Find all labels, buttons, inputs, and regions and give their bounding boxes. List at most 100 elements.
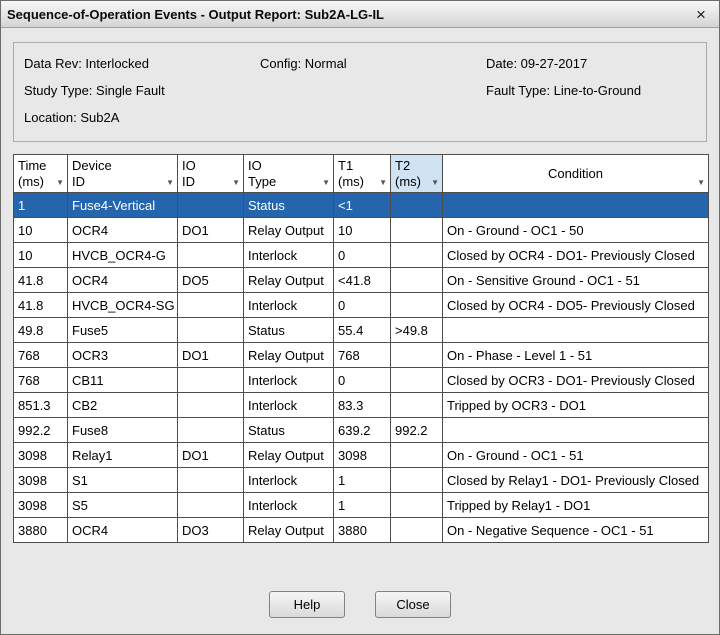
table-cell-time: 3098 bbox=[14, 468, 68, 493]
table-row[interactable]: 10OCR4DO1Relay Output10On - Ground - OC1… bbox=[14, 218, 709, 243]
table-row[interactable]: 768OCR3DO1Relay Output768On - Phase - Le… bbox=[14, 343, 709, 368]
table-cell-t2 bbox=[391, 268, 443, 293]
table-cell-io-id bbox=[178, 368, 244, 393]
info-row-3: Location: Sub2A bbox=[24, 110, 696, 125]
table-row[interactable]: 49.8Fuse5Status55.4>49.8 bbox=[14, 318, 709, 343]
table-header-row: Time (ms)▼Device ID▼IO ID▼IO Type▼T1 (ms… bbox=[14, 155, 709, 193]
table-cell-t1: 768 bbox=[334, 343, 391, 368]
table-row[interactable]: 41.8OCR4DO5Relay Output<41.8On - Sensiti… bbox=[14, 268, 709, 293]
filter-dropdown-icon[interactable]: ▼ bbox=[232, 178, 240, 187]
table-cell-t1: 0 bbox=[334, 243, 391, 268]
config-label: Config: Normal bbox=[260, 56, 486, 71]
help-button[interactable]: Help bbox=[269, 591, 345, 618]
table-cell-t2 bbox=[391, 218, 443, 243]
table-cell-io-type: Status bbox=[244, 318, 334, 343]
table-cell-device-id: OCR4 bbox=[68, 518, 178, 543]
table-cell-device-id: OCR3 bbox=[68, 343, 178, 368]
table-cell-io-type: Interlock bbox=[244, 293, 334, 318]
table-cell-t2 bbox=[391, 243, 443, 268]
table-cell-io-id bbox=[178, 493, 244, 518]
table-cell-io-type: Interlock bbox=[244, 393, 334, 418]
table-cell-time: 851.3 bbox=[14, 393, 68, 418]
info-row-2: Study Type: Single Fault Fault Type: Lin… bbox=[24, 83, 696, 98]
table-cell-t1: 0 bbox=[334, 368, 391, 393]
table-cell-device-id: Relay1 bbox=[68, 443, 178, 468]
filter-dropdown-icon[interactable]: ▼ bbox=[379, 178, 387, 187]
table-cell-time: 3098 bbox=[14, 443, 68, 468]
table-cell-io-id bbox=[178, 468, 244, 493]
column-header-t2[interactable]: T2 (ms)▼ bbox=[391, 155, 443, 193]
column-header-t1[interactable]: T1 (ms)▼ bbox=[334, 155, 391, 193]
table-cell-time: 1 bbox=[14, 193, 68, 218]
table-row[interactable]: 3098S5Interlock1Tripped by Relay1 - DO1 bbox=[14, 493, 709, 518]
table-cell-condition bbox=[443, 193, 709, 218]
table-cell-time: 992.2 bbox=[14, 418, 68, 443]
filter-dropdown-icon[interactable]: ▼ bbox=[166, 178, 174, 187]
table-row[interactable]: 3880OCR4DO3Relay Output3880On - Negative… bbox=[14, 518, 709, 543]
close-icon[interactable]: × bbox=[689, 3, 713, 25]
table-cell-condition: On - Sensitive Ground - OC1 - 51 bbox=[443, 268, 709, 293]
dialog-window: Sequence-of-Operation Events - Output Re… bbox=[0, 0, 720, 635]
table-cell-t2 bbox=[391, 293, 443, 318]
column-header-condition[interactable]: Condition▼ bbox=[443, 155, 709, 193]
table-cell-t1: 0 bbox=[334, 293, 391, 318]
table-cell-io-type: Relay Output bbox=[244, 443, 334, 468]
filter-dropdown-icon[interactable]: ▼ bbox=[56, 178, 64, 187]
table-row[interactable]: 41.8HVCB_OCR4-SGInterlock0Closed by OCR4… bbox=[14, 293, 709, 318]
table-cell-condition: On - Phase - Level 1 - 51 bbox=[443, 343, 709, 368]
table-cell-io-type: Relay Output bbox=[244, 268, 334, 293]
table-cell-io-id: DO5 bbox=[178, 268, 244, 293]
table-row[interactable]: 768CB11Interlock0Closed by OCR3 - DO1- P… bbox=[14, 368, 709, 393]
column-header-label: IO ID bbox=[182, 157, 239, 190]
table-row[interactable]: 1Fuse4-VerticalStatus<1 bbox=[14, 193, 709, 218]
table-cell-device-id: Fuse8 bbox=[68, 418, 178, 443]
column-header-time[interactable]: Time (ms)▼ bbox=[14, 155, 68, 193]
table-row[interactable]: 851.3CB2 Interlock83.3 Tripped by OCR3 - D… bbox=[14, 393, 709, 418]
table-cell-condition: Tripped by OCR3 - DO1 bbox=[443, 393, 709, 418]
filter-dropdown-icon[interactable]: ▼ bbox=[431, 178, 439, 187]
table-cell-t1: 55.4 bbox=[334, 318, 391, 343]
table-cell-condition: Tripped by Relay1 - DO1 bbox=[443, 493, 709, 518]
table-cell-t1: 1 bbox=[334, 468, 391, 493]
table-cell-t2: 992.2 bbox=[391, 418, 443, 443]
table-cell-device-id: CB2 bbox=[68, 393, 178, 418]
table-cell-io-id: DO1 bbox=[178, 343, 244, 368]
table-cell-io-id bbox=[178, 318, 244, 343]
events-table-container: Time (ms)▼Device ID▼IO ID▼IO Type▼T1 (ms… bbox=[13, 154, 707, 543]
table-cell-io-type: Interlock bbox=[244, 243, 334, 268]
table-row[interactable]: 10HVCB_OCR4-GInterlock0Closed by OCR4 - … bbox=[14, 243, 709, 268]
table-cell-io-type: Relay Output bbox=[244, 218, 334, 243]
table-cell-io-type: Interlock bbox=[244, 493, 334, 518]
table-cell-io-type: Status bbox=[244, 418, 334, 443]
close-button[interactable]: Close bbox=[375, 591, 451, 618]
fault-type-label: Fault Type: Line-to-Ground bbox=[486, 83, 641, 98]
table-cell-t1: 83.3 bbox=[334, 393, 391, 418]
table-cell-t2 bbox=[391, 343, 443, 368]
filter-dropdown-icon[interactable]: ▼ bbox=[697, 178, 705, 187]
table-cell-condition: Closed by OCR3 - DO1- Previously Closed bbox=[443, 368, 709, 393]
table-cell-io-id bbox=[178, 243, 244, 268]
data-rev-label: Data Rev: Interlocked bbox=[24, 56, 260, 71]
table-cell-time: 41.8 bbox=[14, 268, 68, 293]
column-header-io-type[interactable]: IO Type▼ bbox=[244, 155, 334, 193]
table-cell-t2 bbox=[391, 393, 443, 418]
table-cell-device-id: HVCB_OCR4-SG bbox=[68, 293, 178, 318]
table-cell-time: 41.8 bbox=[14, 293, 68, 318]
location-label: Location: Sub2A bbox=[24, 110, 119, 125]
filter-dropdown-icon[interactable]: ▼ bbox=[322, 178, 330, 187]
table-cell-condition bbox=[443, 318, 709, 343]
table-row[interactable]: 992.2Fuse8Status639.2992.2 bbox=[14, 418, 709, 443]
table-row[interactable]: 3098S1Interlock1Closed by Relay1 - DO1- … bbox=[14, 468, 709, 493]
table-row[interactable]: 3098Relay1DO1Relay Output3098On - Ground… bbox=[14, 443, 709, 468]
table-cell-condition: Closed by OCR4 - DO1- Previously Closed bbox=[443, 243, 709, 268]
table-cell-t2 bbox=[391, 193, 443, 218]
table-cell-time: 768 bbox=[14, 343, 68, 368]
table-cell-time: 10 bbox=[14, 218, 68, 243]
table-cell-condition bbox=[443, 418, 709, 443]
table-cell-time: 49.8 bbox=[14, 318, 68, 343]
table-cell-io-id bbox=[178, 293, 244, 318]
column-header-device-id[interactable]: Device ID▼ bbox=[68, 155, 178, 193]
column-header-label: IO Type bbox=[248, 157, 329, 190]
table-cell-time: 10 bbox=[14, 243, 68, 268]
column-header-io-id[interactable]: IO ID▼ bbox=[178, 155, 244, 193]
